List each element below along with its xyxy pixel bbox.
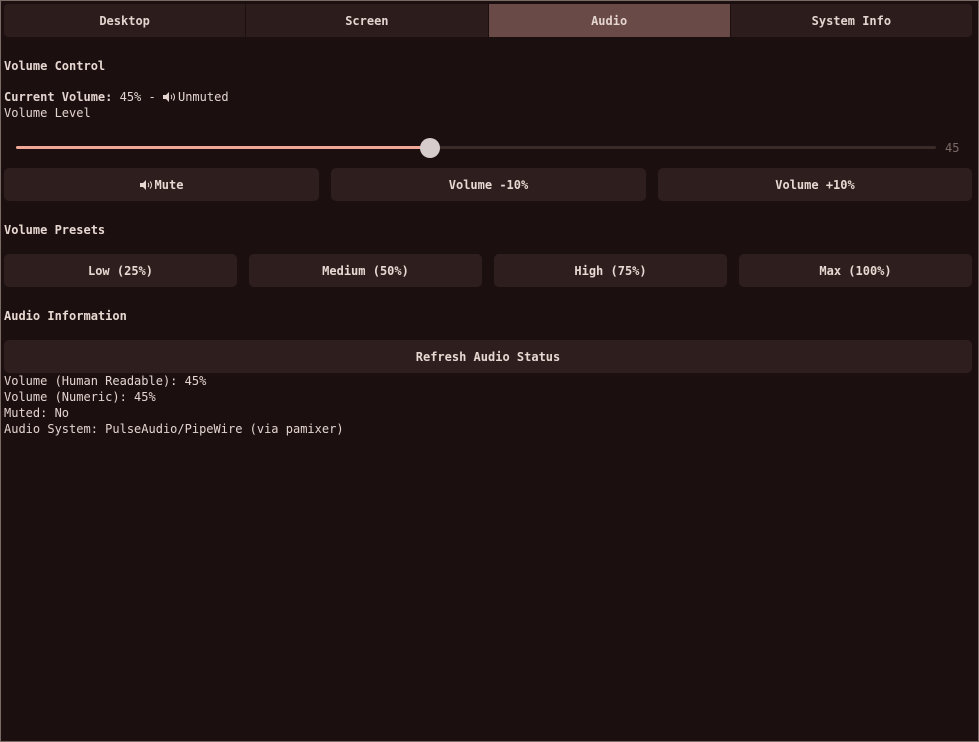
volume-slider[interactable] [16,138,936,158]
refresh-audio-status-button[interactable]: Refresh Audio Status [4,340,972,373]
tab-system-info[interactable]: System Info [731,4,972,37]
preset-medium-button[interactable]: Medium (50%) [249,254,482,287]
speaker-icon [162,92,175,102]
preset-low-button[interactable]: Low (25%) [4,254,237,287]
mute-button[interactable]: Mute [4,168,319,201]
speaker-icon [139,179,152,190]
info-muted: Muted: No [4,406,70,420]
info-volume-human: Volume (Human Readable): 45% [4,374,207,388]
app-window: Desktop Screen Audio System Info Volume … [0,0,979,742]
slider-value: 45 [945,141,960,155]
slider-fill [16,146,430,149]
current-volume-value: 45% - [119,90,156,104]
volume-down-button[interactable]: Volume -10% [331,168,646,201]
tab-screen[interactable]: Screen [246,4,489,37]
current-volume-status: Current Volume: 45% - Unmuted [4,90,229,104]
slider-thumb[interactable] [420,138,440,158]
mute-state-text: Unmuted [177,90,229,104]
info-audio-system: Audio System: PulseAudio/PipeWire (via p… [4,422,344,436]
mute-button-label: Mute [154,177,184,192]
current-volume-label: Current Volume: [4,90,113,104]
tab-audio[interactable]: Audio [488,4,731,37]
preset-max-button[interactable]: Max (100%) [739,254,972,287]
volume-level-label: Volume Level [4,106,91,120]
volume-control-heading: Volume Control [4,59,106,73]
info-volume-numeric: Volume (Numeric): 45% [4,390,156,404]
volume-up-button[interactable]: Volume +10% [658,168,972,201]
preset-high-button[interactable]: High (75%) [494,254,727,287]
volume-presets-heading: Volume Presets [4,223,106,237]
tab-bar: Desktop Screen Audio System Info [4,4,972,37]
tab-desktop[interactable]: Desktop [4,4,247,37]
audio-information-heading: Audio Information [4,309,127,323]
